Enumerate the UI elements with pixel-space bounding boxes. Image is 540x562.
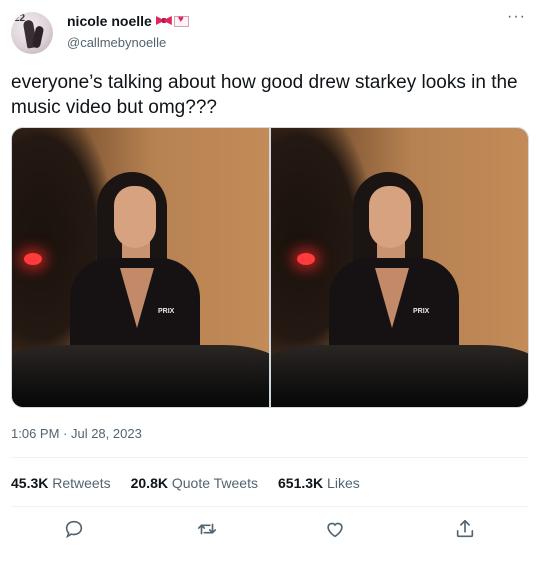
reply-icon[interactable]	[63, 518, 85, 540]
likes-label: Likes	[327, 475, 360, 491]
media-photo-2[interactable]: PRIX	[271, 128, 528, 407]
tweet-timestamp[interactable]: 1:06 PM · Jul 28, 2023	[11, 426, 142, 441]
bow-and-letter-emoji-icon	[156, 14, 189, 27]
likes-count: 651.3K	[278, 475, 324, 491]
user-name-row: nicole noelle	[67, 13, 189, 29]
quote-tweets-count: 20.8K	[130, 475, 168, 491]
shirt-logo: PRIX	[413, 308, 430, 315]
like-icon[interactable]	[324, 518, 346, 540]
retweets-label: Retweets	[52, 475, 111, 491]
tweet-actions	[0, 515, 540, 545]
more-options-icon[interactable]: ···	[507, 8, 526, 26]
tweet-media[interactable]: PRIX PRIX	[11, 127, 529, 408]
retweets-stat[interactable]: 45.3K Retweets	[11, 475, 111, 491]
divider	[11, 457, 529, 458]
display-name[interactable]: nicole noelle	[67, 13, 152, 29]
media-photo-1[interactable]: PRIX	[12, 128, 269, 407]
quote-tweets-label: Quote Tweets	[171, 475, 258, 491]
retweets-count: 45.3K	[11, 475, 49, 491]
quote-tweets-stat[interactable]: 20.8K Quote Tweets	[131, 475, 258, 491]
tweet-stats: 45.3K Retweets 20.8K Quote Tweets 651.3K…	[11, 475, 360, 491]
divider	[11, 506, 529, 507]
tweet-text: everyone’s talking about how good drew s…	[11, 72, 518, 118]
avatar[interactable]: 22	[11, 12, 53, 54]
likes-stat[interactable]: 651.3K Likes	[278, 475, 360, 491]
tweet-card: 22 nicole noelle @callmebynoelle ··· eve…	[0, 0, 540, 562]
shirt-logo: PRIX	[158, 308, 175, 315]
user-handle[interactable]: @callmebynoelle	[67, 35, 166, 50]
retweet-icon[interactable]	[196, 518, 218, 540]
share-icon[interactable]	[454, 518, 476, 540]
